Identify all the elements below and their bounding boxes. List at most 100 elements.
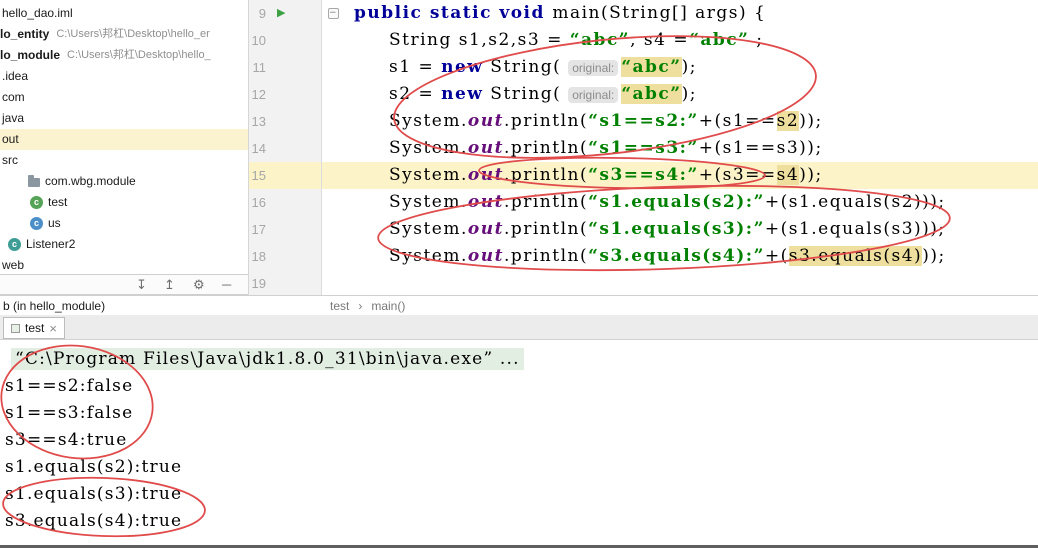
tree-item-label: us <box>48 216 61 230</box>
code-token: String s1,s2,s3 = <box>389 30 570 50</box>
fold-icon[interactable]: − <box>328 8 339 19</box>
code-token: System. <box>389 111 468 131</box>
line-number: 11 <box>249 54 269 81</box>
code-text[interactable]: s1 = new String( original: “abc”); <box>322 54 1038 81</box>
console-line: “C:\Program Files\Java\jdk1.8.0_31\bin\j… <box>5 346 1038 373</box>
console-line: s3.equals(s4):true <box>5 511 183 531</box>
editor-line-10: 10 String s1,s2,s3 = “abc”, s4 =“abc” ; <box>249 27 1038 54</box>
tree-item-out[interactable]: out <box>0 129 248 150</box>
code-token: )); <box>922 246 946 266</box>
console-output[interactable]: “C:\Program Files\Java\jdk1.8.0_31\bin\j… <box>0 340 1038 545</box>
code-token: “s3==s4:” <box>588 165 699 185</box>
gutter <box>269 108 322 135</box>
close-icon[interactable]: × <box>49 321 57 336</box>
code-token: String( <box>483 57 569 77</box>
gutter <box>269 270 322 295</box>
tree-item-label: com <box>2 90 25 104</box>
code-token: ; <box>749 30 764 50</box>
tree-item-web[interactable]: web <box>0 255 248 274</box>
console-line: s3==s4:true <box>5 430 128 450</box>
line-number: 13 <box>249 108 269 135</box>
code-editor[interactable]: 9 ▶ − public static void main(String[] args… <box>248 0 1038 295</box>
gutter <box>269 81 322 108</box>
editor-lines: 9 ▶ − public static void main(String[] args… <box>249 0 1038 295</box>
gutter <box>269 216 322 243</box>
code-token: +(s1== <box>698 111 777 131</box>
editor-line-14: 14 System.out.println(“s1==s3:”+(s1==s3))… <box>249 135 1038 162</box>
tree-item-label: Listener2 <box>26 237 76 251</box>
code-text[interactable]: System.out.println(“s1.equals(s3):”+(s1.… <box>322 216 1038 243</box>
code-text[interactable]: s2 = new String( original: “abc”); <box>322 81 1038 108</box>
tree-item-label: lo_module <box>0 48 61 62</box>
editor-line-18: 18 System.out.println(“s3.equals(s4):”+(s… <box>249 243 1038 270</box>
code-text[interactable]: System.out.println(“s3.equals(s4):”+(s3.… <box>322 243 1038 270</box>
code-token: s2 <box>776 111 800 131</box>
scroll-down-icon[interactable]: ↧ <box>136 275 147 294</box>
project-tree-panel: hello_dao.iml lo_entity C:\Users\邦杠\Deskto… <box>0 0 248 274</box>
code-token: s3.equals(s4) <box>788 246 923 266</box>
console-line: s1==s3:false <box>5 403 134 423</box>
tree-item-java[interactable]: java <box>0 108 248 129</box>
gutter <box>269 54 322 81</box>
editor-line-11: 11 s1 = new String( original: “abc”); <box>249 54 1038 81</box>
scroll-up-icon[interactable]: ↥ <box>164 275 175 294</box>
tree-item-com-wbg-module[interactable]: com.wbg.module <box>0 171 248 192</box>
tree-item-lo-module[interactable]: lo_module C:\Users\邦杠\Desktop\hello_ <box>0 45 248 66</box>
hide-panel-icon[interactable]: ─ <box>222 275 231 294</box>
tree-item-path: C:\Users\邦杠\Desktop\hello_ <box>67 49 211 61</box>
code-text[interactable]: − public static void main(String[] args) … <box>322 0 1038 27</box>
code-token: “abc” <box>621 57 682 77</box>
run-panel-title: b (in hello_module) <box>3 299 106 313</box>
breadcrumb: test › main() <box>330 296 405 316</box>
editor-line-17: 17 System.out.println(“s1.equals(s3):”+(s… <box>249 216 1038 243</box>
tree-item-label: src <box>2 153 18 167</box>
code-text[interactable]: String s1,s2,s3 = “abc”, s4 =“abc” ; <box>322 27 1038 54</box>
code-token: )); <box>799 165 823 185</box>
tree-item-label: web <box>2 258 25 272</box>
code-token: .println( <box>503 246 589 266</box>
code-text[interactable] <box>322 270 1038 295</box>
breadcrumb-separator-icon: › <box>358 299 363 313</box>
code-token: “s1==s2:” <box>588 111 699 131</box>
code-token: )); <box>799 111 823 131</box>
tree-item-listener2[interactable]: c Listener2 <box>0 234 248 255</box>
code-text[interactable]: System.out.println(“s1.equals(s2):”+(s1.… <box>322 189 1038 216</box>
code-token: out <box>467 111 504 131</box>
code-token: ); <box>681 84 697 104</box>
console-tab-icon <box>11 323 20 333</box>
tree-item-hello-dao-iml[interactable]: hello_dao.iml <box>0 3 248 24</box>
class-blue-icon: c <box>30 217 43 230</box>
editor-line-15: 15 System.out.println(“s3==s4:”+(s3==s4))… <box>249 162 1038 189</box>
tree-item-path: C:\Users\邦杠\Desktop\hello_er <box>56 28 210 40</box>
code-text[interactable]: System.out.println(“s1==s3:”+(s1==s3)); <box>322 135 1038 162</box>
code-token: +( <box>764 246 789 266</box>
console-line: s1.equals(s3):true <box>5 484 183 504</box>
gutter <box>269 189 322 216</box>
code-token: “s1.equals(s3):” <box>588 219 765 239</box>
tree-item-lo-entity[interactable]: lo_entity C:\Users\邦杠\Desktop\hello_er <box>0 24 248 45</box>
tree-item-com[interactable]: com <box>0 87 248 108</box>
code-text[interactable]: System.out.println(“s1==s2:”+(s1==s2)); <box>322 108 1038 135</box>
breadcrumb-method[interactable]: main() <box>371 296 405 316</box>
code-token: System. <box>389 192 468 212</box>
code-text[interactable]: System.out.println(“s3==s4:”+(s3==s4)); <box>322 162 1038 189</box>
settings-icon[interactable]: ⚙ <box>193 275 205 294</box>
tree-item-idea[interactable]: .idea <box>0 66 248 87</box>
ide-window: hello_dao.iml lo_entity C:\Users\邦杠\Deskto… <box>0 0 1038 548</box>
tree-item-src[interactable]: src <box>0 150 248 171</box>
code-token: “s3.equals(s4):” <box>588 246 765 266</box>
code-token: System. <box>389 219 468 239</box>
code-token: out <box>467 246 504 266</box>
parameter-hint: original: <box>568 60 619 76</box>
gutter <box>269 162 322 189</box>
tree-item-us[interactable]: c us <box>0 213 248 234</box>
code-token: System. <box>389 165 468 185</box>
line-number: 16 <box>249 189 269 216</box>
run-icon[interactable]: ▶ <box>277 0 285 27</box>
code-token: ); <box>681 57 697 77</box>
breadcrumb-class[interactable]: test <box>330 296 349 316</box>
run-tab-test[interactable]: test × <box>3 317 65 339</box>
tree-item-test[interactable]: c test <box>0 192 248 213</box>
code-token: +(s3== <box>698 165 777 185</box>
code-token: out <box>467 219 504 239</box>
